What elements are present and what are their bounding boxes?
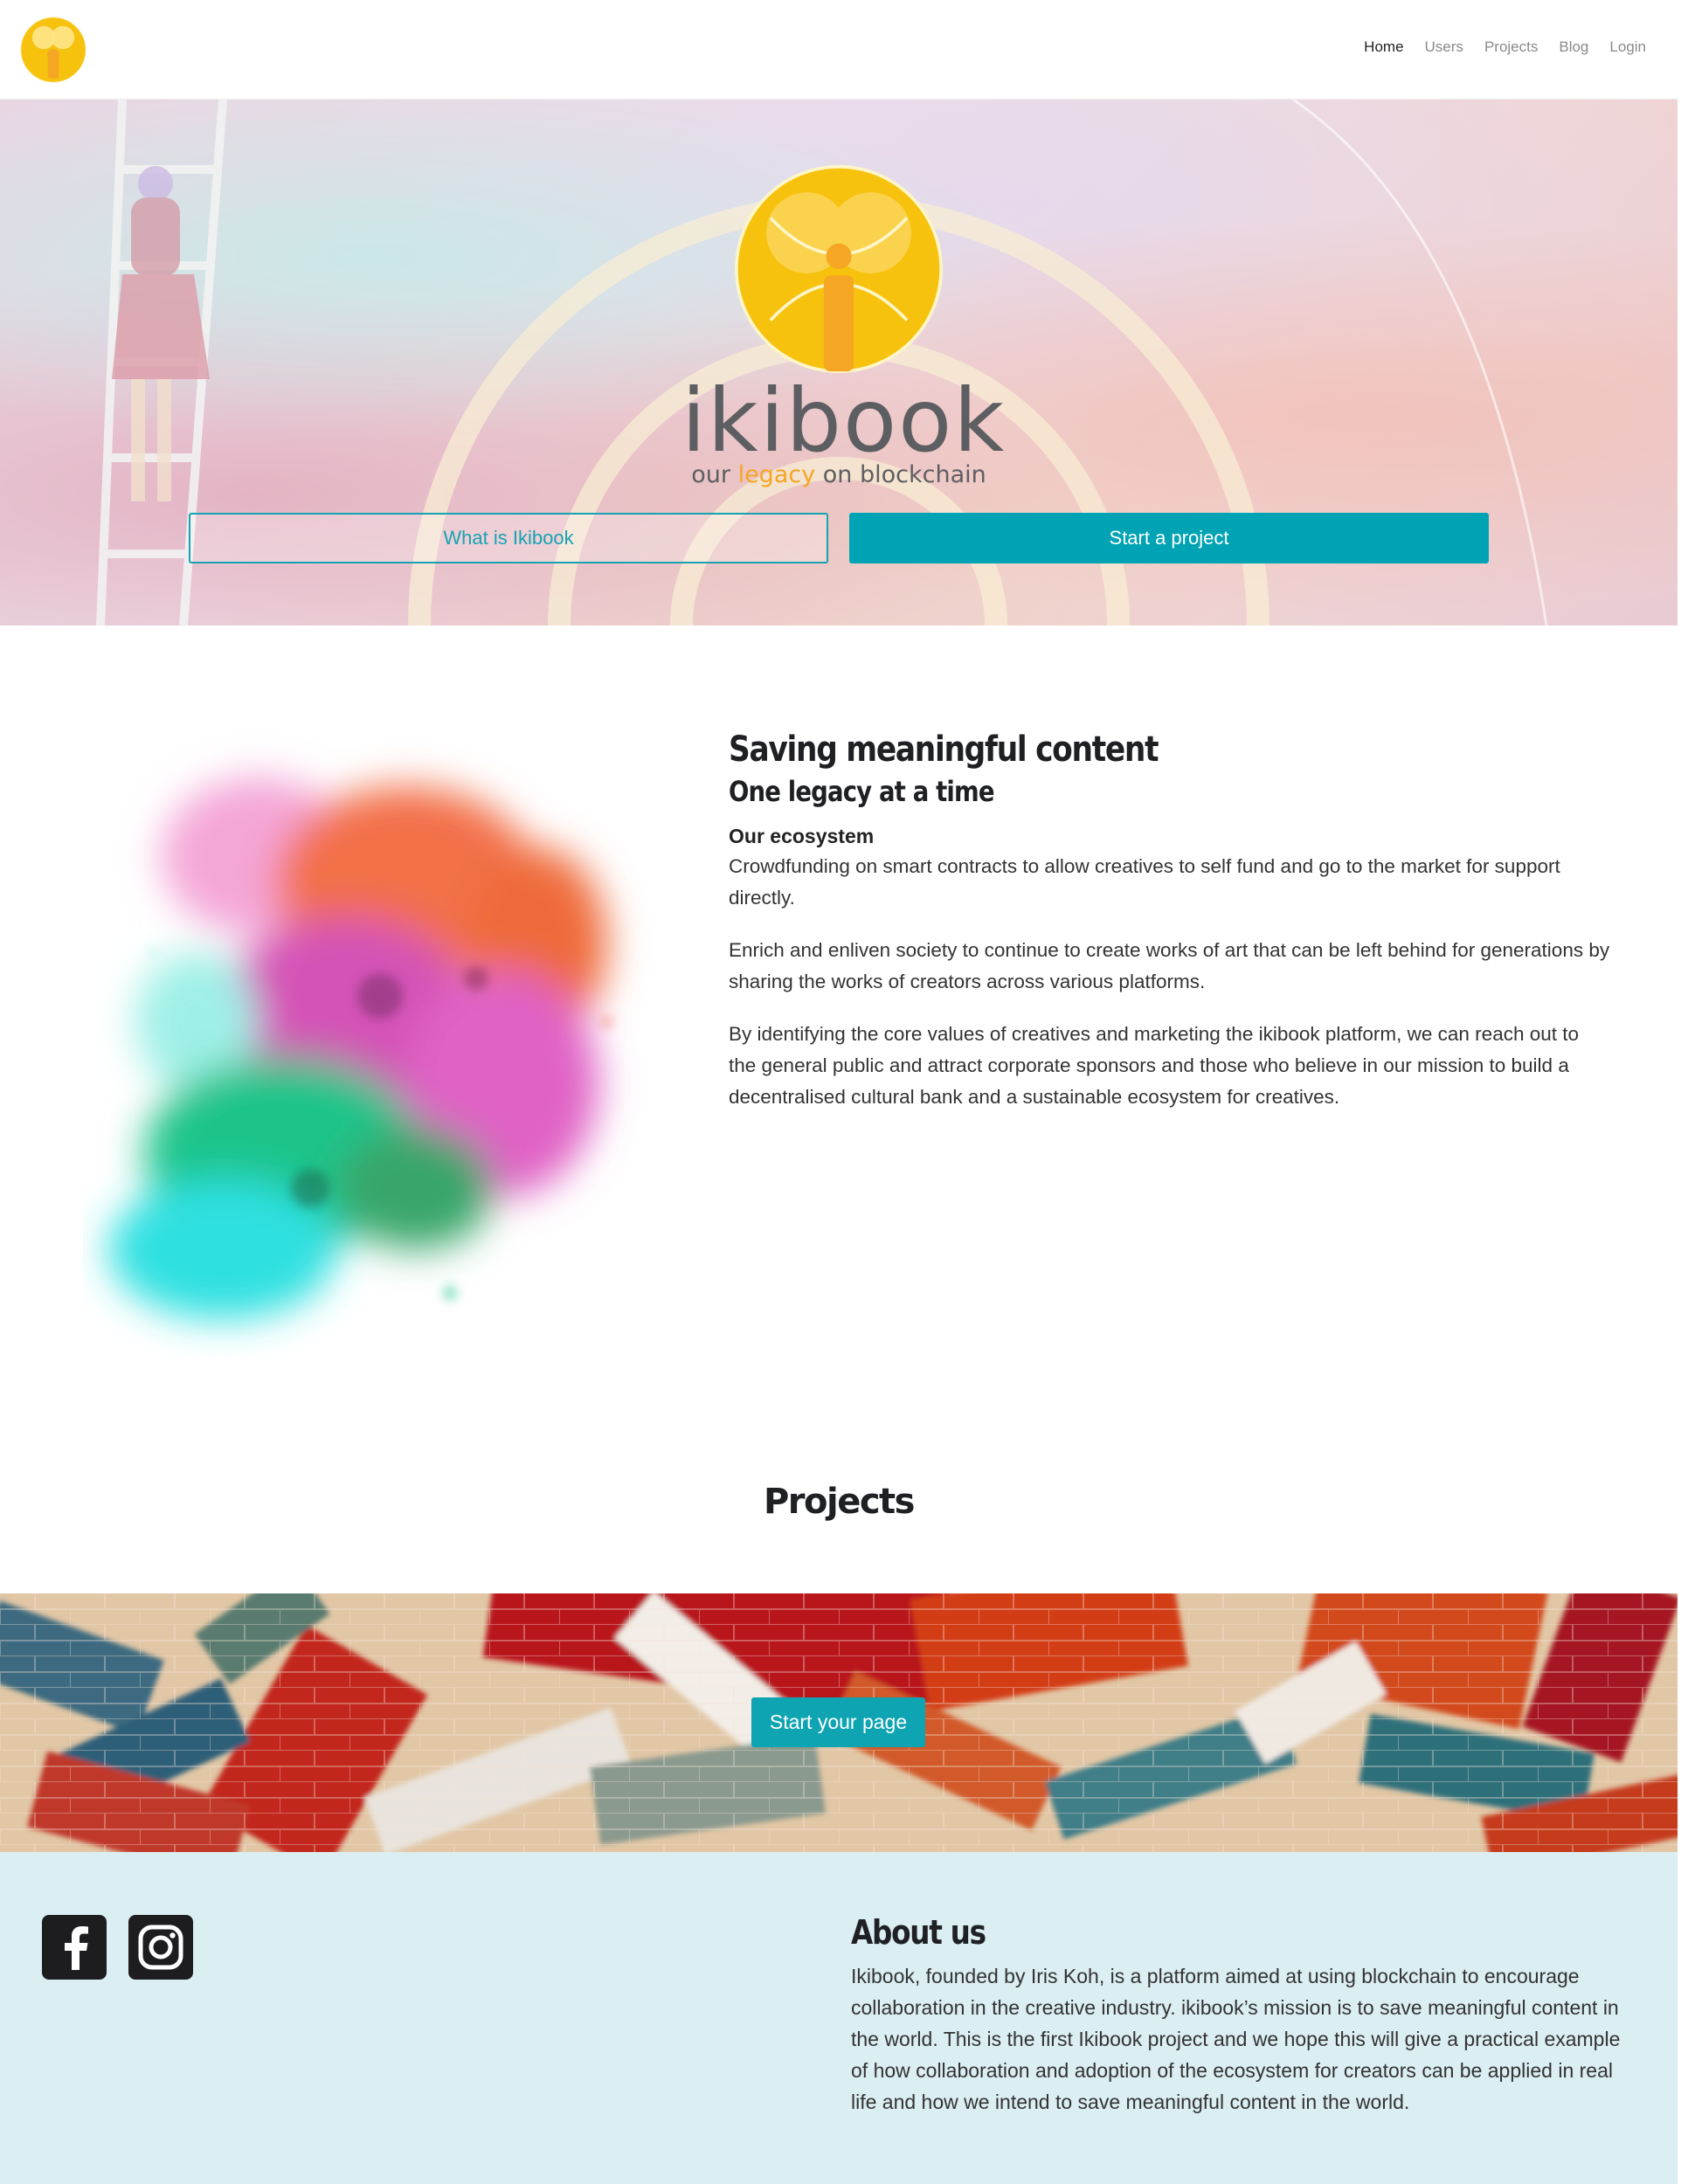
section-subtitle: One legacy at a time	[729, 775, 994, 808]
page-scrollbar[interactable]	[1678, 0, 1688, 2184]
tagline-post: on blockchain	[815, 461, 986, 488]
instagram-icon[interactable]	[128, 1915, 193, 1980]
tagline-pre: our	[691, 461, 738, 488]
hero-tagline: our legacy on blockchain	[664, 461, 1013, 488]
about-us-title: About us	[851, 1913, 986, 1952]
nav-home[interactable]: Home	[1364, 38, 1403, 56]
nav-users[interactable]: Users	[1425, 38, 1463, 56]
start-project-button[interactable]: Start a project	[849, 513, 1489, 563]
ecosystem-paragraph-3: By identifying the core values of creati…	[729, 1023, 1580, 1108]
nav-projects[interactable]: Projects	[1484, 38, 1538, 56]
nav-links: Home Users Projects Blog Login	[1364, 38, 1646, 56]
hero-banner: ikibook our legacy on blockchain What is…	[0, 100, 1678, 625]
watercolor-splash-image	[109, 778, 612, 1319]
top-navbar: Home Users Projects Blog Login	[0, 0, 1678, 100]
section-title: Saving meaningful content	[729, 729, 1159, 770]
nav-login[interactable]: Login	[1609, 38, 1646, 56]
ecosystem-paragraph-1: Crowdfunding on smart contracts to allow…	[729, 855, 1560, 909]
ikibook-logo-icon[interactable]	[19, 16, 87, 84]
ikibook-hero-logo-icon	[735, 165, 943, 373]
ecosystem-paragraph-2: Enrich and enliven society to continue t…	[729, 939, 1610, 992]
ikibook-wordmark: ikibook	[681, 370, 1007, 472]
tagline-accent: legacy	[737, 461, 816, 488]
facebook-icon[interactable]	[42, 1915, 107, 1980]
about-us-text: Ikibook, founded by Iris Koh, is a platf…	[851, 1965, 1621, 2113]
projects-heading: Projects	[763, 1482, 916, 1522]
mission-section: Saving meaningful content One legacy at …	[729, 727, 1611, 1113]
about-us-section: About us Ikibook, founded by Iris Koh, i…	[851, 1910, 1629, 2118]
instagram-glyph	[138, 1925, 183, 1970]
start-your-page-button[interactable]: Start your page	[751, 1697, 925, 1747]
ecosystem-heading: Our ecosystem	[729, 825, 875, 847]
nav-blog[interactable]: Blog	[1559, 38, 1588, 56]
facebook-glyph	[65, 1926, 88, 1970]
what-is-ikibook-button[interactable]: What is Ikibook	[189, 513, 828, 563]
